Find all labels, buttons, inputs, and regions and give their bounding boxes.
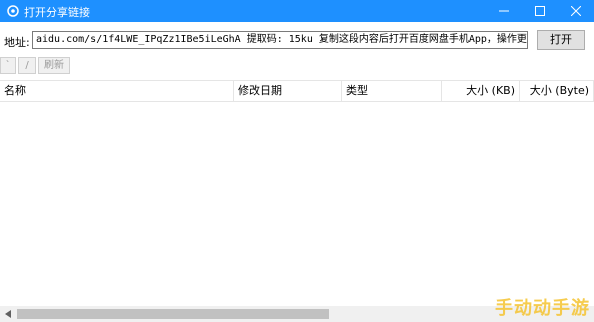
- close-icon: [571, 6, 581, 16]
- column-size-byte[interactable]: 大小 (Byte): [520, 81, 594, 101]
- column-name[interactable]: 名称: [0, 81, 234, 101]
- scroll-thumb[interactable]: [17, 309, 329, 319]
- column-size-kb[interactable]: 大小 (KB): [442, 81, 520, 101]
- maximize-icon: [535, 6, 545, 16]
- watermark: 手动动手游: [495, 298, 590, 319]
- scroll-left-button[interactable]: [0, 306, 16, 322]
- minimize-icon: [499, 10, 509, 12]
- address-label: 地址:: [4, 36, 30, 49]
- window-title: 打开分享链接: [24, 6, 90, 19]
- address-bar: 地址: aidu.com/s/1f4LWE_IPqZz1IBe5iLeGhA 提…: [0, 30, 594, 52]
- title-bar: 打开分享链接: [0, 0, 594, 22]
- address-input[interactable]: aidu.com/s/1f4LWE_IPqZz1IBe5iLeGhA 提取码: …: [32, 31, 528, 49]
- up-button[interactable]: /: [18, 57, 36, 74]
- list-header: 名称 修改日期 类型 大小 (KB) 大小 (Byte): [0, 80, 594, 102]
- back-button[interactable]: `: [0, 57, 16, 74]
- refresh-button[interactable]: 刷新: [38, 57, 70, 74]
- app-icon: [7, 5, 19, 17]
- minimize-button[interactable]: [486, 0, 522, 22]
- open-button[interactable]: 打开: [537, 30, 585, 50]
- column-type[interactable]: 类型: [342, 81, 442, 101]
- close-button[interactable]: [558, 0, 594, 22]
- maximize-button[interactable]: [522, 0, 558, 22]
- toolbar: ` / 刷新: [0, 56, 594, 76]
- file-list[interactable]: [0, 102, 594, 306]
- column-modified[interactable]: 修改日期: [234, 81, 342, 101]
- scroll-left-icon: [5, 310, 11, 318]
